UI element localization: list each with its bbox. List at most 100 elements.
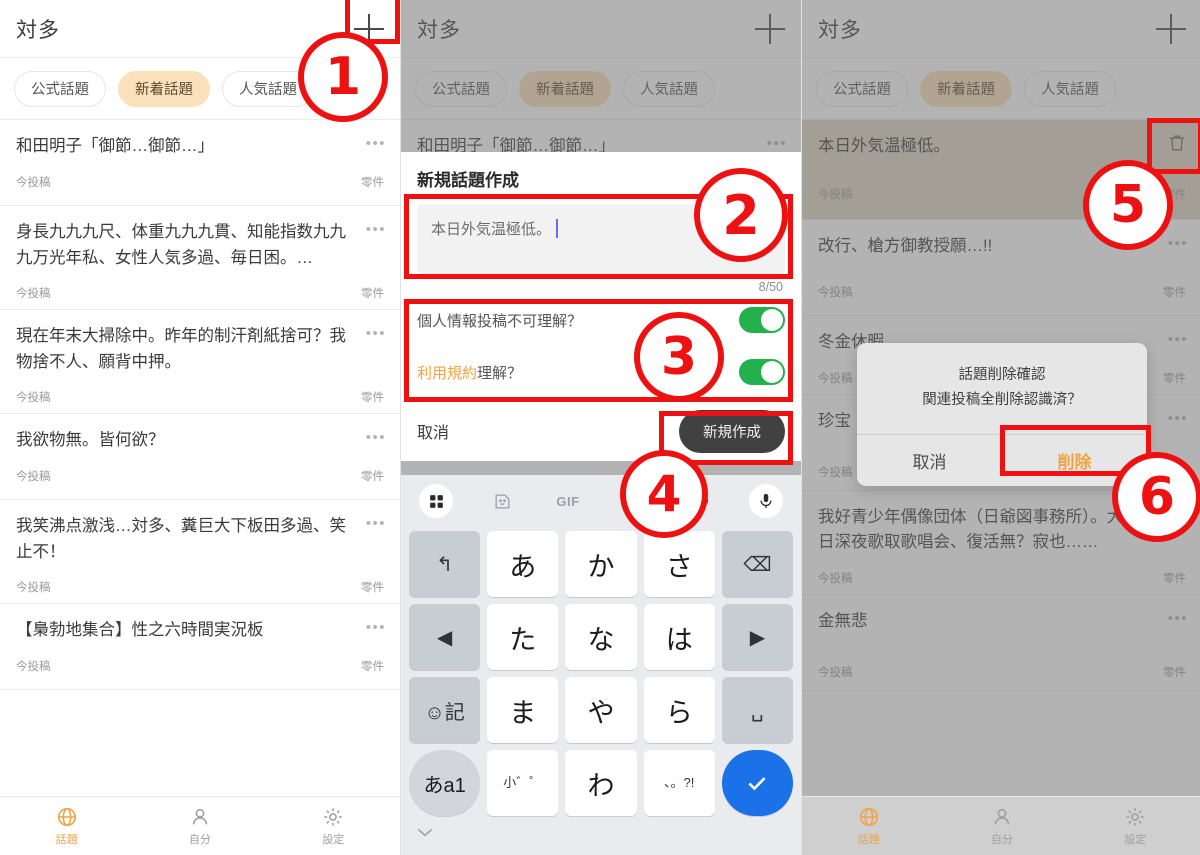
more-dots-icon[interactable]: •••	[366, 516, 386, 531]
topic-text-value: 本日外気温極低。	[431, 221, 552, 238]
key-ka[interactable]: か	[565, 531, 637, 597]
panel-delete-confirm: 対多 公式話題 新着話題 人気話題 本日外気温極低。 今投稿 零件 改行、槍方御…	[801, 0, 1200, 855]
panel-topic-list: 対多 公式話題 新着話題 人気話題 和田明子「御節…御節…」 今投稿 零件 ••…	[0, 0, 400, 855]
person-icon	[192, 808, 208, 824]
key-ma[interactable]: ま	[487, 677, 559, 743]
option-label-privacy: 個人情報投稿不可理解？	[417, 312, 583, 330]
tab-new[interactable]: 新着話題	[118, 70, 210, 107]
tab-official[interactable]: 公式話題	[14, 70, 106, 107]
three-panel-tutorial: 対多 公式話題 新着話題 人気話題 和田明子「御節…御節…」 今投稿 零件 ••…	[0, 0, 1200, 855]
backspace-key[interactable]: ⌫	[721, 531, 793, 597]
input-mode-key[interactable]: あa1	[409, 750, 481, 816]
list-item-count: 零件	[361, 288, 384, 301]
clipboard-icon[interactable]	[617, 484, 651, 518]
nav-label: 話題	[55, 833, 78, 846]
dialog-actions: 取消 削除	[857, 433, 1147, 486]
list-item-time: 今投稿	[16, 176, 51, 189]
list-item-count: 零件	[361, 660, 384, 673]
nav-label: 話題	[857, 833, 880, 846]
option-label-terms-tail: 理解？	[477, 364, 523, 382]
keyboard-toolbar: GIF	[401, 475, 801, 527]
add-topic-button[interactable]	[354, 13, 384, 44]
globe-icon	[57, 807, 76, 826]
cursor-right-key[interactable]: ▶	[721, 604, 793, 670]
grid-icon[interactable]	[419, 484, 453, 518]
delete-confirm-dialog: 話題削除確認 関連投稿全削除認識済？ 取消 削除	[857, 343, 1147, 486]
palette-icon[interactable]	[683, 484, 717, 518]
punctuation-key[interactable]: 、。?!	[643, 750, 715, 816]
person-icon	[994, 808, 1010, 824]
more-dots-icon[interactable]: •••	[366, 222, 386, 237]
dakuten-key[interactable]: 小゛゜	[487, 750, 559, 816]
list-item-title: 我笑沸点激浅…対多、糞巨大下板田多過、笑止不！	[16, 517, 346, 561]
more-dots-icon[interactable]: •••	[366, 430, 386, 445]
enter-key[interactable]	[721, 750, 793, 816]
nav-item-topics[interactable]: 話題	[0, 797, 133, 855]
nav-item-settings[interactable]: 設定	[267, 797, 400, 855]
nav-item-profile[interactable]: 自分	[935, 797, 1068, 855]
list-item-title: 【梟勃地集合】性之六時間実況板	[16, 621, 264, 640]
list-item[interactable]: 我笑沸点激浅…対多、糞巨大下板田多過、笑止不！ 今投稿 零件 •••	[0, 500, 400, 605]
gear-icon	[324, 807, 342, 826]
list-item-title: 現在年末大掃除中。昨年的制汗剤紙捨可？我物捨不人、願背中押。	[16, 327, 346, 371]
more-dots-icon[interactable]: •••	[366, 326, 386, 341]
list-item-time: 今投稿	[16, 660, 51, 673]
terms-link[interactable]: 利用規約	[417, 365, 477, 382]
key-ha[interactable]: は	[643, 604, 715, 670]
list-item[interactable]: 我欲物無。皆何欲？ 今投稿 零件 •••	[0, 414, 400, 501]
nav-item-settings[interactable]: 設定	[1069, 797, 1200, 855]
tab-popular[interactable]: 人気話題	[222, 70, 314, 107]
option-row-privacy: 個人情報投稿不可理解？	[417, 294, 785, 346]
create-topic-button[interactable]: 新規作成	[679, 409, 785, 453]
space-key[interactable]: ␣	[721, 677, 793, 743]
topic-tabs: 公式話題 新着話題 人気話題	[0, 58, 400, 120]
topic-text-input[interactable]: 本日外気温極低。	[417, 204, 785, 274]
nav-item-topics[interactable]: 話題	[802, 797, 935, 855]
software-keyboard: GIF ↰ あ か さ ⌫ ◀ た な は ▶ ☺記 ま や ら ␣ あa1 小…	[401, 475, 801, 855]
page-title: 対多	[16, 18, 60, 42]
nav-item-profile[interactable]: 自分	[133, 797, 266, 855]
more-dots-icon[interactable]: •••	[366, 620, 386, 635]
emoji-symbol-key[interactable]: ☺記	[409, 677, 481, 743]
key-wa[interactable]: わ	[565, 750, 637, 816]
sticker-icon[interactable]	[485, 484, 519, 518]
undo-key[interactable]: ↰	[409, 531, 481, 597]
list-item[interactable]: 和田明子「御節…御節…」 今投稿 零件 •••	[0, 120, 400, 206]
key-sa[interactable]: さ	[643, 531, 715, 597]
option-row-terms: 利用規約理解？	[417, 346, 785, 398]
list-item[interactable]: 現在年末大掃除中。昨年的制汗剤紙捨可？我物捨不人、願背中押。 今投稿 零件 ••…	[0, 310, 400, 415]
gif-icon[interactable]: GIF	[551, 484, 585, 518]
compose-actions: 取消 新規作成	[417, 400, 785, 461]
nav-label: 自分	[990, 833, 1013, 846]
key-na[interactable]: な	[565, 604, 637, 670]
list-item-title: 和田明子「御節…御節…」	[16, 137, 214, 155]
bottom-navigation: 話題 自分 設定	[0, 796, 400, 855]
list-item-count: 零件	[361, 470, 384, 483]
toggle-terms[interactable]	[739, 359, 785, 385]
list-item-time: 今投稿	[16, 470, 51, 483]
list-item-count: 零件	[361, 392, 384, 405]
dialog-title: 話題削除確認	[958, 367, 1046, 383]
bottom-navigation: 話題 自分 設定	[802, 796, 1200, 855]
compose-sheet: 新規話題作成 本日外気温極低。 8/50 個人情報投稿不可理解？ 利用規約理解？…	[401, 152, 801, 461]
list-item[interactable]: 【梟勃地集合】性之六時間実況板 今投稿 零件 •••	[0, 604, 400, 691]
key-ta[interactable]: た	[487, 604, 559, 670]
chevron-down-icon[interactable]	[415, 825, 435, 844]
mic-icon[interactable]	[749, 484, 783, 518]
list-item[interactable]: 身長九九九尺、体重九九九貫、知能指数九九九万光年私、女性人気多過、毎日困。… 今…	[0, 206, 400, 311]
cancel-button[interactable]: 取消	[417, 419, 449, 443]
dialog-cancel-button[interactable]: 取消	[857, 435, 1002, 486]
cursor-left-key[interactable]: ◀	[409, 604, 481, 670]
gear-icon	[1126, 807, 1144, 826]
list-item-title: 我欲物無。皆何欲？	[16, 431, 165, 450]
keyboard-keys: ↰ あ か さ ⌫ ◀ た な は ▶ ☺記 ま や ら ␣ あa1 小゛゜ わ…	[401, 527, 801, 816]
dialog-delete-button[interactable]: 削除	[1002, 435, 1147, 486]
list-item-time: 今投稿	[16, 582, 51, 595]
more-dots-icon[interactable]: •••	[366, 136, 386, 151]
key-ra[interactable]: ら	[643, 677, 715, 743]
character-counter: 8/50	[758, 280, 783, 294]
list-item-count: 零件	[361, 582, 384, 595]
key-a[interactable]: あ	[487, 531, 559, 597]
key-ya[interactable]: や	[565, 677, 637, 743]
toggle-privacy[interactable]	[739, 307, 785, 333]
